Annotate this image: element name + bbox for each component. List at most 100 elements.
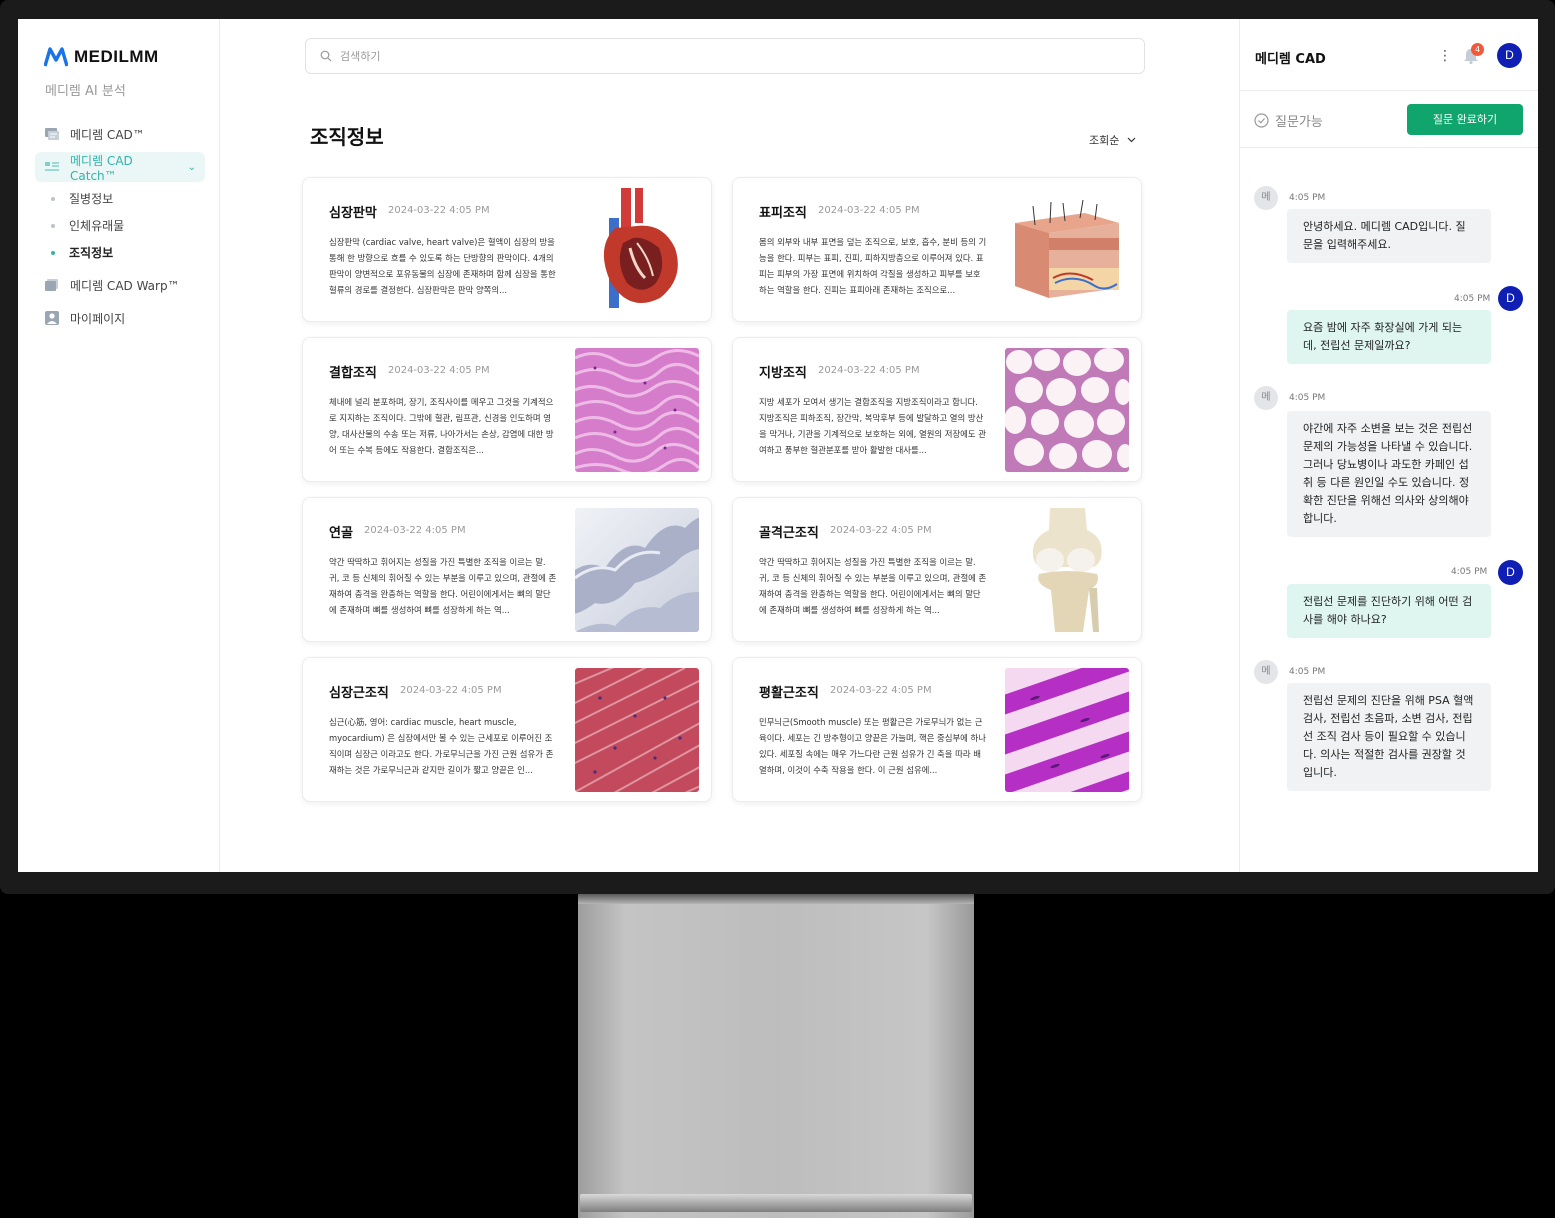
status-indicator: 질문가능 xyxy=(1254,111,1323,130)
card-title: 결합조직 xyxy=(329,366,377,381)
avatar: D xyxy=(1498,560,1523,585)
card-date: 2024-03-22 4:05 PM xyxy=(818,205,920,216)
notification-badge: 4 xyxy=(1471,43,1484,56)
chevron-down-icon[interactable]: ⌄ xyxy=(188,162,196,173)
stand-base xyxy=(580,1194,972,1212)
card-title: 연골 xyxy=(329,526,353,541)
connective-tissue-image xyxy=(575,348,699,472)
message-time: 4:05 PM xyxy=(1454,294,1491,304)
card-description: 체내에 널리 분포하며, 장기, 조직사이를 메우고 그것을 기계적으로 지지하… xyxy=(329,397,554,455)
sidebar-subitem-human-derived[interactable]: 인체유래물 xyxy=(51,212,205,239)
card-date: 2024-03-22 4:05 PM xyxy=(830,525,932,536)
user-icon xyxy=(45,311,59,325)
stand-neck xyxy=(578,894,974,904)
card-description: 심근(心筋, 영어: cardiac muscle, heart muscle,… xyxy=(329,717,554,775)
monitor-frame: MEDILMM 메디렘 AI 분석 메디렘 CAD™ 메디렘 CAD Catch… xyxy=(0,0,1555,894)
card-title: 표피조직 xyxy=(759,206,807,221)
sidebar-item-cad-warp[interactable]: 메디렘 CAD Warp™ xyxy=(35,270,205,300)
card-description: 심장판막 (cardiac valve, heart valve)은 혈액이 심… xyxy=(329,237,556,295)
sidebar-item-mypage[interactable]: 마이페이지 xyxy=(35,303,205,333)
chat-panel: 메디렘 CAD ⋮ 4 D 질문가능 질문 완료하기 메 4:05 PM 안녕하… xyxy=(1239,19,1538,872)
skin-layers-image xyxy=(1005,188,1129,312)
chat-title: 메디렘 CAD xyxy=(1255,52,1326,67)
card-description: 민무늬근(Smooth muscle) 또는 평활근은 가로무늬가 없는 근육이… xyxy=(759,717,986,775)
message-time: 4:05 PM xyxy=(1451,567,1488,577)
tissue-card[interactable]: 심장판막 2024-03-22 4:05 PM 심장판막 (cardiac va… xyxy=(302,177,712,322)
sidebar-subitem-disease[interactable]: 질병정보 xyxy=(51,185,205,212)
tissue-card[interactable]: 지방조직 2024-03-22 4:05 PM 지방 세포가 모여서 생기는 결… xyxy=(732,337,1142,482)
bot-message: 전립선 문제의 진단을 위해 PSA 혈액 검사, 전립선 초음파, 소변 검사… xyxy=(1287,683,1491,791)
card-description: 지방 세포가 모여서 생기는 결합조직을 지방조직이라고 합니다. 지방조직은 … xyxy=(759,397,986,455)
monitor-stand xyxy=(578,894,974,1218)
tissue-card[interactable]: 심장근조직 2024-03-22 4:05 PM 심근(心筋, 영어: card… xyxy=(302,657,712,802)
card-date: 2024-03-22 4:05 PM xyxy=(400,685,502,696)
adipose-tissue-image xyxy=(1005,348,1129,472)
tissue-card[interactable]: 평활근조직 2024-03-22 4:05 PM 민무늬근(Smooth mus… xyxy=(732,657,1142,802)
catch-icon xyxy=(45,162,59,171)
message-time: 4:05 PM xyxy=(1289,667,1326,677)
sidebar-nav: 메디렘 CAD™ 메디렘 CAD Catch™ ⌄ 질병정보 인체유래물 조직정… xyxy=(35,119,205,336)
sidebar-item-label: 메디렘 CAD Catch™ xyxy=(70,153,133,183)
cartilage-image xyxy=(575,508,699,632)
sidebar-subitem-label: 조직정보 xyxy=(69,246,114,260)
card-date: 2024-03-22 4:05 PM xyxy=(830,685,932,696)
sidebar-item-cad-catch[interactable]: 메디렘 CAD Catch™ ⌄ xyxy=(35,152,205,183)
brand-subtitle: 메디렘 AI 분석 xyxy=(45,84,126,99)
card-title: 지방조직 xyxy=(759,366,807,381)
logo-mark-icon xyxy=(44,47,68,67)
card-description: 몸의 외부와 내부 표면을 덮는 조직으로, 보호, 흡수, 분비 등의 기능을… xyxy=(759,237,987,295)
sort-dropdown[interactable]: 조회순 xyxy=(1089,132,1136,148)
avatar[interactable]: D xyxy=(1497,43,1522,68)
tissue-card[interactable]: 결합조직 2024-03-22 4:05 PM 체내에 널리 분포하며, 장기,… xyxy=(302,337,712,482)
status-label: 질문가능 xyxy=(1275,115,1323,130)
sidebar-subitem-label: 인체유래물 xyxy=(69,219,125,233)
sidebar-subitem-tissue[interactable]: 조직정보 xyxy=(51,239,205,266)
search-input[interactable]: 검색하기 xyxy=(340,48,380,64)
card-title: 골격근조직 xyxy=(759,526,819,541)
smooth-muscle-image xyxy=(1005,668,1129,792)
tissue-card[interactable]: 연골 2024-03-22 4:05 PM 약간 딱딱하고 휘어지는 성질을 가… xyxy=(302,497,712,642)
card-date: 2024-03-22 4:05 PM xyxy=(364,525,466,536)
card-date: 2024-03-22 4:05 PM xyxy=(388,365,490,376)
sidebar-sublist: 질병정보 인체유래물 조직정보 xyxy=(35,185,205,266)
check-circle-icon xyxy=(1254,113,1269,128)
more-options-icon[interactable]: ⋮ xyxy=(1438,48,1452,64)
logo[interactable]: MEDILMM xyxy=(44,47,159,67)
sidebar-item-label: 메디렘 CAD Warp™ xyxy=(70,278,180,293)
page-title: 조직정보 xyxy=(310,125,384,149)
sidebar-item-cad[interactable]: 메디렘 CAD™ xyxy=(35,119,205,149)
bot-avatar: 메 xyxy=(1254,186,1278,210)
bullet-icon xyxy=(51,250,55,255)
bot-avatar: 메 xyxy=(1254,386,1278,410)
card-description: 약간 딱딱하고 휘어지는 성질을 가진 특별한 조직을 이르는 말. 귀, 코 … xyxy=(329,557,557,615)
heart-valve-image xyxy=(575,188,699,312)
finish-question-button[interactable]: 질문 완료하기 xyxy=(1407,104,1523,135)
search-bar[interactable]: 검색하기 xyxy=(305,38,1145,74)
avatar: D xyxy=(1498,286,1523,311)
sidebar: MEDILMM 메디렘 AI 분석 메디렘 CAD™ 메디렘 CAD Catch… xyxy=(18,19,220,872)
user-message: 전립선 문제를 진단하기 위해 어떤 검사를 해야 하나요? xyxy=(1287,584,1491,638)
brand-name: MEDILMM xyxy=(74,47,159,66)
card-description: 약간 딱딱하고 휘어지는 성질을 가진 특별한 조직을 이르는 말. 귀, 코 … xyxy=(759,557,987,615)
bot-message: 안녕하세요. 메디렘 CAD입니다. 질문을 입력해주세요. xyxy=(1287,209,1491,263)
tissue-card[interactable]: 골격근조직 2024-03-22 4:05 PM 약간 딱딱하고 휘어지는 성질… xyxy=(732,497,1142,642)
main-content: 검색하기 조직정보 조회순 심장판막 2024-03-22 4:05 PM 심장… xyxy=(221,19,1239,872)
knee-joint-image xyxy=(1005,508,1129,632)
card-date: 2024-03-22 4:05 PM xyxy=(388,205,490,216)
app-screen: MEDILMM 메디렘 AI 분석 메디렘 CAD™ 메디렘 CAD Catch… xyxy=(18,19,1538,872)
card-title: 평활근조직 xyxy=(759,686,819,701)
chat-status-bar: 질문가능 질문 완료하기 xyxy=(1240,91,1538,148)
bullet-icon xyxy=(51,196,55,201)
cardiac-muscle-image xyxy=(575,668,699,792)
sidebar-item-label: 마이페이지 xyxy=(70,311,126,326)
message-time: 4:05 PM xyxy=(1289,393,1326,403)
message-time: 4:05 PM xyxy=(1289,193,1326,203)
warp-icon xyxy=(45,279,58,291)
sidebar-item-label: 메디렘 CAD™ xyxy=(70,127,145,142)
bot-message: 야간에 자주 소변을 보는 것은 전립선 문제의 가능성을 나타낼 수 있습니다… xyxy=(1287,411,1491,537)
chevron-down-icon xyxy=(1127,137,1136,143)
chat-header: 메디렘 CAD ⋮ 4 D xyxy=(1240,19,1538,91)
user-message: 요즘 밤에 자주 화장실에 가게 되는데, 전립선 문제일까요? xyxy=(1287,310,1491,364)
tissue-card[interactable]: 표피조직 2024-03-22 4:05 PM 몸의 외부와 내부 표면을 덮는… xyxy=(732,177,1142,322)
card-date: 2024-03-22 4:05 PM xyxy=(818,365,920,376)
